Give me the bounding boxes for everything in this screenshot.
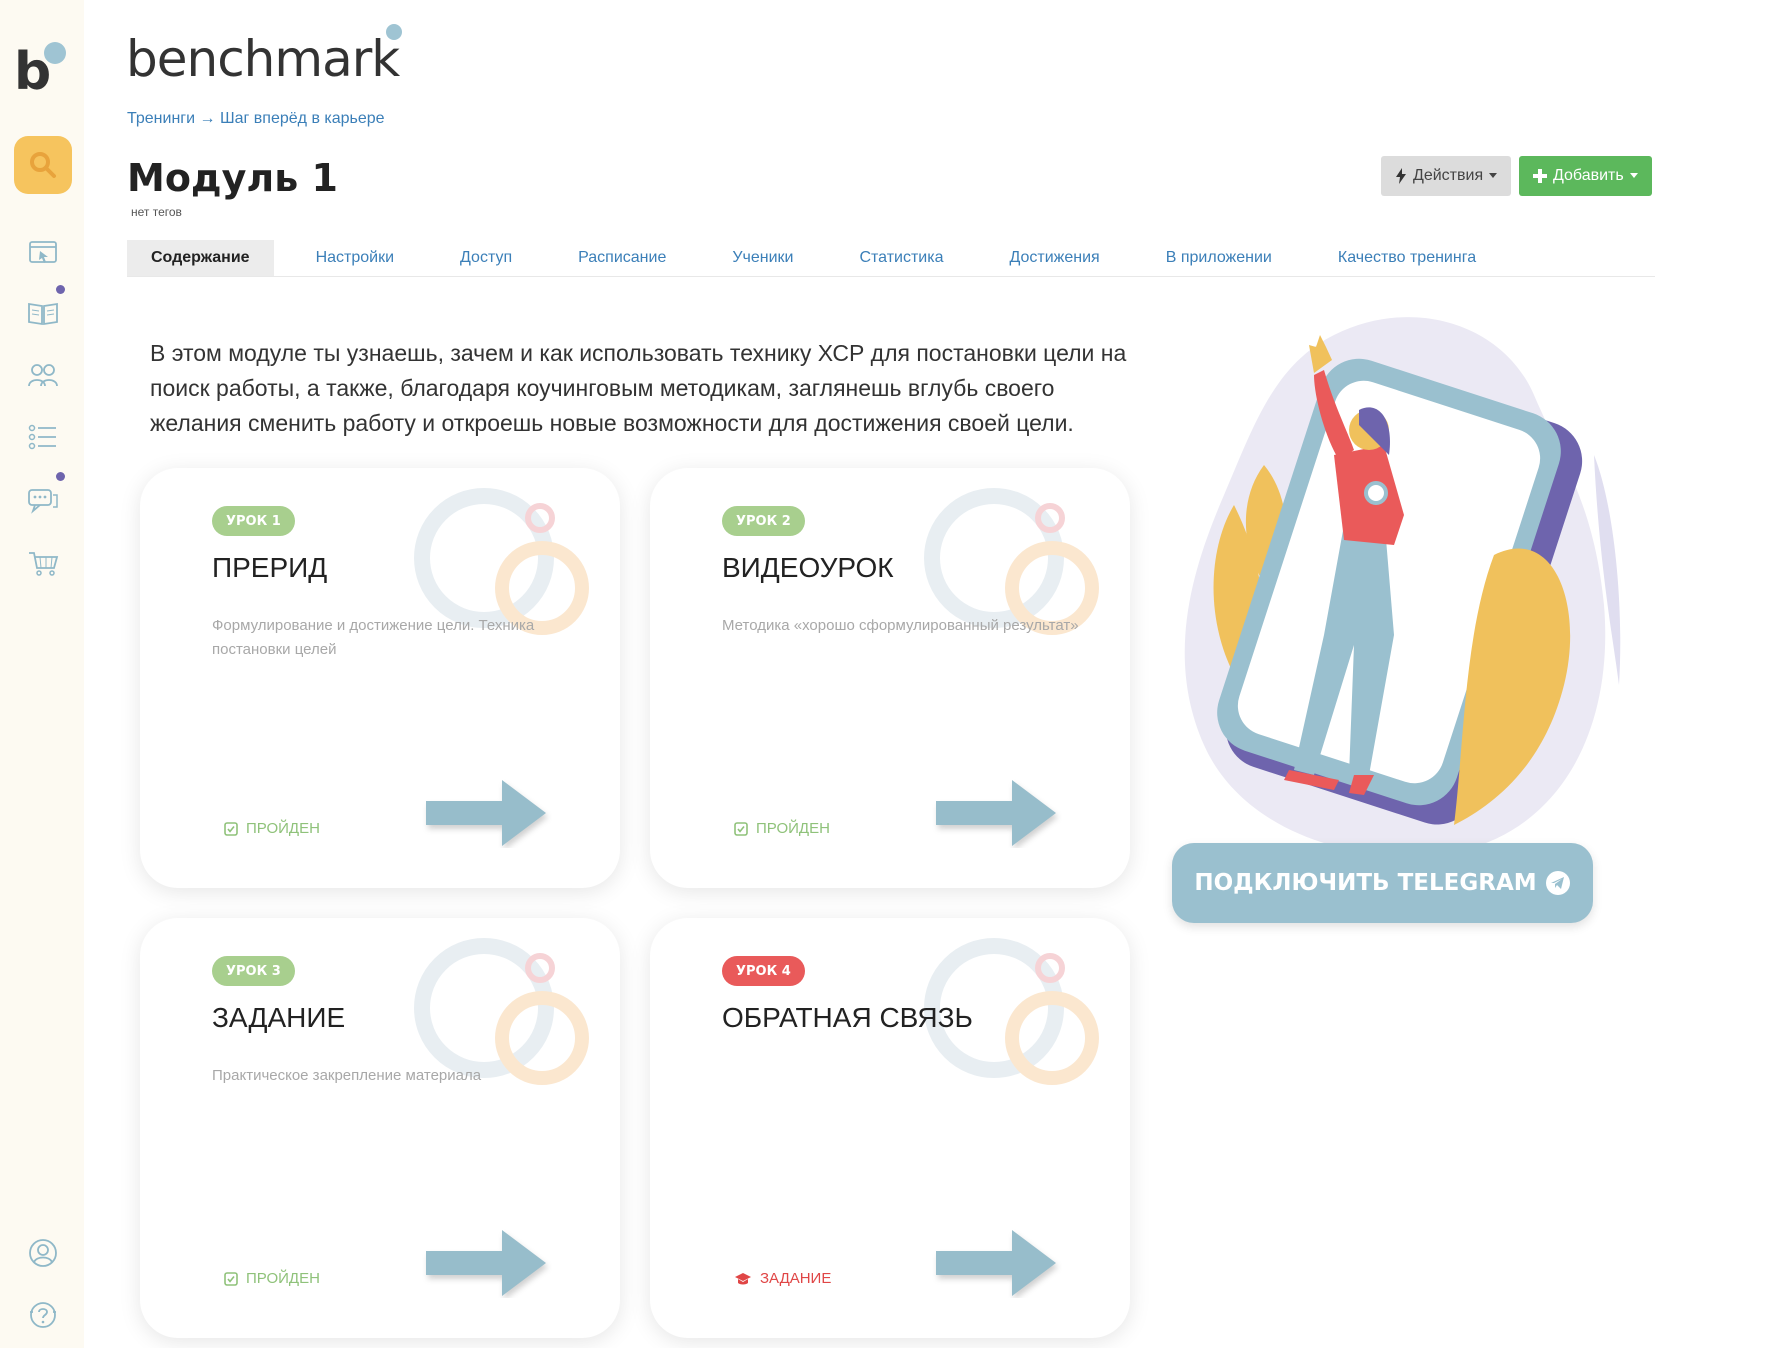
lesson-description: Методика «хорошо сформулированный резуль… <box>722 617 1079 634</box>
lesson-card[interactable]: УРОК 1 ПРЕРИД Формулирование и достижени… <box>140 468 620 888</box>
phone-illustration <box>1184 317 1621 856</box>
notification-dot <box>56 285 65 294</box>
lesson-status-label: ПРОЙДЕН <box>246 820 320 837</box>
arrow-right-icon[interactable] <box>932 1228 1062 1298</box>
bolt-icon <box>1396 168 1406 184</box>
tab-content[interactable]: Содержание <box>127 240 274 276</box>
actions-label: Действия <box>1413 167 1484 184</box>
lesson-badge: УРОК 3 <box>212 956 295 986</box>
lesson-description: Практическое закрепление материала <box>212 1067 482 1084</box>
connect-telegram-button[interactable]: ПОДКЛЮЧИТЬ TELEGRAM <box>1172 843 1593 923</box>
lesson-title: ОБРАТНАЯ СВЯЗЬ <box>722 1002 973 1033</box>
check-square-icon <box>734 821 748 836</box>
brand-logo[interactable]: benchmark <box>126 24 402 90</box>
sidebar-item-messages[interactable] <box>26 484 60 518</box>
lesson-card[interactable]: УРОК 3 ЗАДАНИЕ Практическое закрепление … <box>140 918 620 1338</box>
tab-in-app[interactable]: В приложении <box>1142 240 1296 276</box>
lesson-title: ПРЕРИД <box>212 552 328 583</box>
telegram-icon <box>1545 871 1570 895</box>
caret-down-icon <box>1629 173 1638 178</box>
cursor-window-icon <box>29 241 57 263</box>
lesson-title: ВИДЕОУРОК <box>722 552 894 583</box>
tab-schedule[interactable]: Расписание <box>554 240 690 276</box>
sidebar-item-students[interactable] <box>26 358 60 392</box>
add-label: Добавить <box>1553 167 1624 184</box>
graduation-cap-icon <box>735 1272 751 1284</box>
lesson-description: Формулирование и достижение цели. Техник… <box>212 617 535 658</box>
user-icon <box>29 1239 57 1267</box>
breadcrumb-root[interactable]: Тренинги <box>127 110 195 127</box>
book-icon <box>28 302 58 326</box>
lesson-status: ПРОЙДЕН <box>734 820 830 837</box>
sidebar-item-courses[interactable] <box>26 236 60 270</box>
caret-down-icon <box>1489 173 1498 178</box>
breadcrumb-current[interactable]: Шаг вперёд в карьере <box>220 110 385 127</box>
page-title: Модуль 1 <box>127 156 338 200</box>
tab-training-quality[interactable]: Качество тренинга <box>1314 240 1500 276</box>
logo-dot <box>44 42 66 64</box>
brand-dot <box>386 24 402 40</box>
chat-icon <box>28 489 58 514</box>
breadcrumb-separator: → <box>195 110 220 127</box>
sidebar-item-profile[interactable] <box>26 1236 60 1270</box>
check-square-icon <box>224 821 238 836</box>
add-button[interactable]: Добавить <box>1519 156 1652 196</box>
sidebar-item-help[interactable] <box>26 1298 60 1332</box>
search-icon <box>30 152 56 178</box>
people-icon <box>28 364 58 387</box>
lesson-badge: УРОК 2 <box>722 506 805 536</box>
actions-button[interactable]: Действия <box>1381 156 1512 196</box>
arrow-right-icon[interactable] <box>932 778 1062 848</box>
lesson-status-label: ЗАДАНИЕ <box>760 1270 832 1287</box>
sidebar: b <box>0 0 84 1348</box>
sidebar-item-shop[interactable] <box>26 546 60 580</box>
lesson-status: ПРОЙДЕН <box>224 1270 320 1287</box>
breadcrumb: Тренинги → Шаг вперёд в карьере <box>127 110 385 128</box>
lesson-card[interactable]: УРОК 2 ВИДЕОУРОК Методика «хорошо сформу… <box>650 468 1130 888</box>
brand-name: benchmark <box>126 30 400 88</box>
lesson-title: ЗАДАНИЕ <box>212 1002 346 1033</box>
tags-note: нет тегов <box>131 205 182 219</box>
tab-statistics[interactable]: Статистика <box>835 240 967 276</box>
lesson-status: ПРОЙДЕН <box>224 820 320 837</box>
lesson-badge: УРОК 1 <box>212 506 295 536</box>
tab-access[interactable]: Доступ <box>436 240 536 276</box>
plus-icon <box>1533 169 1547 183</box>
list-icon <box>28 424 56 450</box>
tab-settings[interactable]: Настройки <box>292 240 418 276</box>
sidebar-search-button[interactable] <box>14 136 72 194</box>
lesson-status-label: ПРОЙДЕН <box>246 1270 320 1287</box>
notification-dot <box>56 472 65 481</box>
sidebar-item-tasks[interactable] <box>26 420 60 454</box>
arrow-right-icon[interactable] <box>422 1228 552 1298</box>
tab-achievements[interactable]: Достижения <box>985 240 1123 276</box>
sidebar-logo[interactable]: b <box>14 40 70 100</box>
tab-bar: Содержание Настройки Доступ Расписание У… <box>127 240 1655 277</box>
lesson-card[interactable]: УРОК 4 ОБРАТНАЯ СВЯЗЬ ЗАДАНИЕ <box>650 918 1130 1338</box>
sidebar-item-library[interactable] <box>26 296 60 330</box>
check-square-icon <box>224 1271 238 1286</box>
cart-icon <box>29 552 59 576</box>
lesson-badge: УРОК 4 <box>722 956 805 986</box>
lesson-status-label: ПРОЙДЕН <box>756 820 830 837</box>
connect-telegram-label: ПОДКЛЮЧИТЬ TELEGRAM <box>1194 870 1537 896</box>
module-description: В этом модуле ты узнаешь, зачем и как ис… <box>150 340 1127 436</box>
arrow-right-icon[interactable] <box>422 778 552 848</box>
tab-students[interactable]: Ученики <box>708 240 817 276</box>
help-icon <box>30 1302 56 1328</box>
lesson-status: ЗАДАНИЕ <box>734 1270 831 1287</box>
